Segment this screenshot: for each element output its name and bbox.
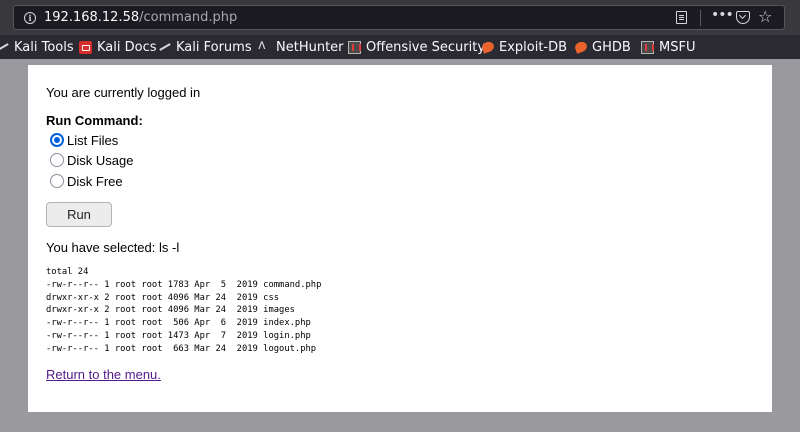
radio-button-checked[interactable] — [50, 133, 64, 147]
bookmark-ghdb[interactable]: GHDB — [573, 38, 631, 56]
offsec-icon — [641, 40, 654, 54]
output-line: -rw-r--r-- 1 root root 1473 Apr 7 2019 l… — [46, 330, 311, 341]
radio-list-files[interactable]: List Files — [50, 131, 118, 149]
output-line: drwxr-xr-x 2 root root 4096 Mar 24 2019 … — [46, 292, 280, 303]
bookmark-kali-docs[interactable]: Kali Docs — [79, 38, 157, 56]
selected-command-text: You have selected: ls -l — [46, 240, 180, 255]
browser-toolbar: i 192.168.12.58/command.php ••• ☆ — [0, 0, 800, 35]
bookmark-kali-tools[interactable]: Kali Tools — [0, 38, 74, 56]
return-to-menu-link[interactable]: Return to the menu. — [46, 367, 161, 382]
radio-button[interactable] — [50, 174, 64, 188]
command-output: total 24 -rw-r--r-- 1 root root 1783 Apr … — [46, 266, 321, 356]
radio-label: Disk Free — [67, 173, 123, 189]
bookmark-label: Offensive Security — [366, 39, 486, 55]
output-line: -rw-r--r-- 1 root root 506 Apr 6 2019 in… — [46, 318, 311, 329]
output-line: -rw-r--r-- 1 root root 663 Mar 24 2019 l… — [46, 343, 317, 354]
output-line: drwxr-xr-x 2 root root 4096 Mar 24 2019 … — [46, 305, 295, 316]
url-path: /command.php — [139, 10, 238, 25]
offsec-icon — [348, 40, 361, 54]
bookmark-kali-forums[interactable]: Kali Forums — [158, 38, 252, 56]
exploit-db-icon — [573, 40, 589, 54]
bookmark-exploit-db[interactable]: Exploit-DB — [480, 38, 568, 56]
more-actions-icon[interactable]: ••• — [711, 7, 734, 23]
kali-docs-icon — [79, 40, 92, 54]
pocket-icon[interactable] — [736, 11, 750, 24]
bookmark-label: MSFU — [659, 39, 696, 55]
run-command-label: Run Command: — [46, 113, 143, 128]
kali-icon — [0, 41, 9, 54]
toolbar-divider — [700, 10, 701, 26]
nethunter-icon — [258, 38, 271, 54]
bookmark-label: NetHunter — [276, 39, 344, 55]
output-line: -rw-r--r-- 1 root root 1783 Apr 5 2019 c… — [46, 279, 322, 290]
exploit-db-icon — [480, 40, 496, 54]
url-host: 192.168.12.58 — [44, 10, 140, 25]
url-bar[interactable]: i 192.168.12.58/command.php ••• ☆ — [13, 5, 785, 30]
bookmark-label: Exploit-DB — [499, 39, 568, 55]
radio-disk-free[interactable]: Disk Free — [50, 172, 123, 190]
url-text[interactable]: 192.168.12.58/command.php — [44, 10, 237, 25]
bookmarks-bar: Kali Tools Kali Docs Kali Forums NetHunt… — [0, 35, 800, 59]
bookmark-label: GHDB — [592, 39, 631, 55]
page-content: You are currently logged in Run Command:… — [28, 65, 772, 412]
info-icon[interactable]: i — [24, 12, 36, 24]
login-status-text: You are currently logged in — [46, 85, 201, 100]
radio-disk-usage[interactable]: Disk Usage — [50, 151, 133, 169]
bookmark-star-icon[interactable]: ☆ — [758, 7, 772, 26]
bookmark-label: Kali Docs — [97, 39, 157, 55]
radio-button[interactable] — [50, 153, 64, 167]
bookmark-msfu[interactable]: MSFU — [641, 38, 695, 56]
output-line: total 24 — [46, 267, 89, 277]
kali-icon — [158, 41, 171, 54]
radio-label: Disk Usage — [67, 152, 134, 168]
run-button[interactable]: Run — [46, 202, 112, 227]
bookmark-label: Kali Forums — [176, 39, 252, 55]
bookmark-label: Kali Tools — [14, 39, 74, 55]
radio-label: List Files — [67, 132, 119, 148]
bookmark-offensive-security[interactable]: Offensive Security — [348, 38, 485, 56]
reader-view-icon[interactable] — [676, 11, 687, 24]
bookmark-nethunter[interactable]: NetHunter — [258, 38, 344, 56]
